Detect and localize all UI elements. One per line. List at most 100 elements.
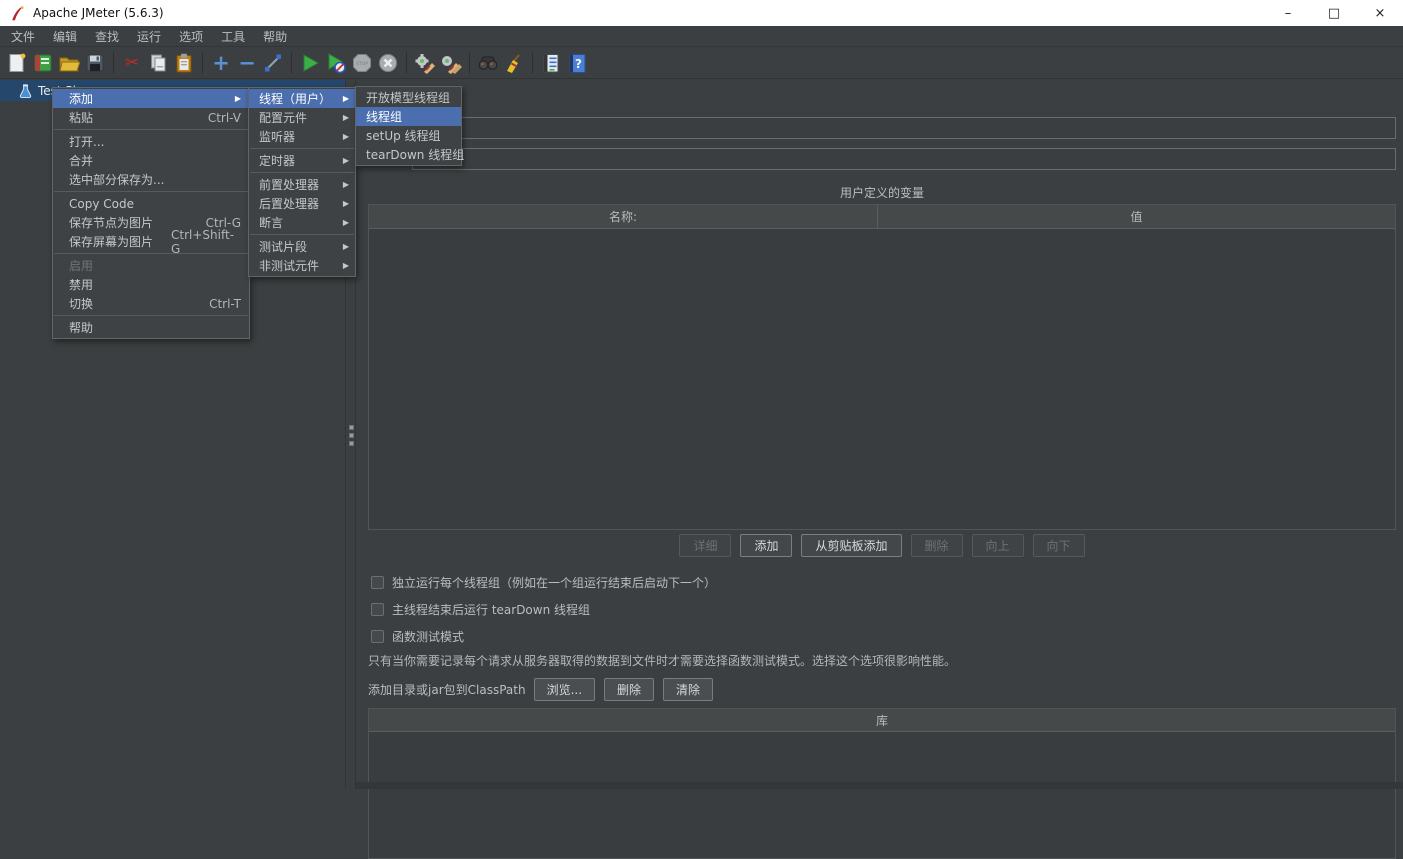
maximize-button[interactable]: □ xyxy=(1311,0,1357,26)
copy-icon[interactable] xyxy=(145,50,171,76)
submenu-arrow-icon: ▶ xyxy=(335,113,349,122)
menu-item-preprocessor[interactable]: 前置处理器 ▶ xyxy=(249,175,355,194)
open-icon[interactable] xyxy=(56,50,82,76)
cut-icon[interactable]: ✂ xyxy=(119,50,145,76)
menu-item-enable[interactable]: 启用 xyxy=(53,256,249,275)
library-col-header[interactable]: 库 xyxy=(369,709,1395,732)
menu-help[interactable]: 帮助 xyxy=(254,26,296,47)
start-icon[interactable] xyxy=(297,50,323,76)
reset-search-icon[interactable] xyxy=(501,50,527,76)
window-title: Apache JMeter (5.6.3) xyxy=(33,6,164,20)
run-groups-consecutively-checkbox[interactable] xyxy=(371,576,384,589)
start-no-timers-icon[interactable] xyxy=(323,50,349,76)
menu-item-paste[interactable]: 粘贴 Ctrl-V xyxy=(53,108,249,127)
help-icon[interactable]: ? xyxy=(564,50,590,76)
comments-input[interactable] xyxy=(412,148,1396,170)
down-button[interactable]: 向下 xyxy=(1033,534,1085,557)
menu-item-help[interactable]: 帮助 xyxy=(53,318,249,337)
menu-item-disable[interactable]: 禁用 xyxy=(53,275,249,294)
clear-icon[interactable] xyxy=(412,50,438,76)
jmeter-window: { "window": { "title": "Apache JMeter (5… xyxy=(0,0,1403,789)
menu-item-timer[interactable]: 定时器 ▶ xyxy=(249,151,355,170)
menu-item-copy-code[interactable]: Copy Code xyxy=(53,194,249,213)
templates-icon[interactable] xyxy=(30,50,56,76)
stop-icon[interactable]: STOP xyxy=(349,50,375,76)
toggle-icon[interactable] xyxy=(260,50,286,76)
menu-item-assertion[interactable]: 断言 ▶ xyxy=(249,213,355,232)
menu-item-setup-thread-group[interactable]: setUp 线程组 xyxy=(356,126,461,145)
udv-title: 用户定义的变量 xyxy=(368,184,1396,201)
menu-item-postprocessor[interactable]: 后置处理器 ▶ xyxy=(249,194,355,213)
menu-item-teardown-thread-group[interactable]: tearDown 线程组 xyxy=(356,145,461,164)
collapse-all-icon[interactable]: − xyxy=(234,50,260,76)
menu-item-test-fragment[interactable]: 测试片段 ▶ xyxy=(249,237,355,256)
search-icon[interactable] xyxy=(475,50,501,76)
submenu-arrow-icon: ▶ xyxy=(335,156,349,165)
menubar: 文件 编辑 查找 运行 选项 工具 帮助 xyxy=(0,26,1403,47)
menu-item-non-test-elements[interactable]: 非测试元件 ▶ xyxy=(249,256,355,275)
menu-item-merge[interactable]: 合并 xyxy=(53,151,249,170)
menu-file[interactable]: 文件 xyxy=(2,26,44,47)
menu-tools[interactable]: 工具 xyxy=(212,26,254,47)
window-bottom-edge xyxy=(356,782,1403,789)
functional-mode-checkbox[interactable] xyxy=(371,630,384,643)
toolbar: ✂ + − STOP ? xyxy=(0,47,1403,79)
menu-separator xyxy=(54,191,248,192)
shortcut-label: Ctrl-T xyxy=(191,297,241,311)
clear-all-icon[interactable] xyxy=(438,50,464,76)
titlebar: Apache JMeter (5.6.3) – □ × xyxy=(0,0,1403,26)
threads-submenu: 开放模型线程组 线程组 setUp 线程组 tearDown 线程组 xyxy=(355,86,462,166)
run-teardown-checkbox[interactable] xyxy=(371,603,384,616)
name-input[interactable] xyxy=(412,117,1396,139)
svg-text:?: ? xyxy=(575,57,582,71)
submenu-arrow-icon: ▶ xyxy=(227,94,241,103)
udv-table-header: 名称: 值 xyxy=(369,205,1395,229)
test-plan-panel: 名称: 注释: 用户定义的变量 名称: 值 详细 添加 从剪贴板添加 删除 向上… xyxy=(356,79,1403,789)
menu-separator xyxy=(54,129,248,130)
up-button[interactable]: 向上 xyxy=(972,534,1024,557)
shutdown-icon[interactable] xyxy=(375,50,401,76)
menu-edit[interactable]: 编辑 xyxy=(44,26,86,47)
menu-separator xyxy=(250,148,354,149)
function-helper-icon[interactable] xyxy=(538,50,564,76)
menu-item-toggle[interactable]: 切换 Ctrl-T xyxy=(53,294,249,313)
run-teardown-label: 主线程结束后运行 tearDown 线程组 xyxy=(392,601,590,618)
menu-search[interactable]: 查找 xyxy=(86,26,128,47)
menu-item-save-screen-as-image[interactable]: 保存屏幕为图片 Ctrl+Shift-G xyxy=(53,232,249,251)
menu-item-threads-users[interactable]: 线程（用户） ▶ xyxy=(249,89,355,108)
save-icon[interactable] xyxy=(82,50,108,76)
close-button[interactable]: × xyxy=(1357,0,1403,26)
menu-item-open[interactable]: 打开... xyxy=(53,132,249,151)
menu-item-config-element[interactable]: 配置元件 ▶ xyxy=(249,108,355,127)
menu-run[interactable]: 运行 xyxy=(128,26,170,47)
minimize-button[interactable]: – xyxy=(1265,0,1311,26)
add-button[interactable]: 添加 xyxy=(740,534,792,557)
classpath-row: 添加目录或jar包到ClassPath 浏览... 删除 清除 xyxy=(368,677,722,701)
classpath-delete-button[interactable]: 删除 xyxy=(604,678,654,701)
menu-separator xyxy=(250,234,354,235)
classpath-clear-button[interactable]: 清除 xyxy=(663,678,713,701)
expand-all-icon[interactable]: + xyxy=(208,50,234,76)
udv-col-value[interactable]: 值 xyxy=(878,205,1395,228)
paste-icon[interactable] xyxy=(171,50,197,76)
run-groups-consecutively-row: 独立运行每个线程组（例如在一个组运行结束后启动下一个） xyxy=(371,574,716,590)
classpath-label: 添加目录或jar包到ClassPath xyxy=(368,681,526,698)
new-file-icon[interactable] xyxy=(4,50,30,76)
menu-item-add[interactable]: 添加 ▶ xyxy=(53,89,249,108)
toolbar-separator xyxy=(406,52,407,74)
detail-button[interactable]: 详细 xyxy=(679,534,731,557)
menu-options[interactable]: 选项 xyxy=(170,26,212,47)
udv-col-name[interactable]: 名称: xyxy=(369,205,878,228)
menu-item-listener[interactable]: 监听器 ▶ xyxy=(249,127,355,146)
submenu-arrow-icon: ▶ xyxy=(335,199,349,208)
menu-item-thread-group[interactable]: 线程组 xyxy=(356,107,461,126)
delete-button[interactable]: 删除 xyxy=(911,534,963,557)
menu-item-open-model-thread-group[interactable]: 开放模型线程组 xyxy=(356,88,461,107)
menu-item-save-selection-as[interactable]: 选中部分保存为... xyxy=(53,170,249,189)
toolbar-separator xyxy=(291,52,292,74)
browse-button[interactable]: 浏览... xyxy=(534,678,595,701)
splitter-grip[interactable] xyxy=(349,425,354,446)
add-from-clipboard-button[interactable]: 从剪贴板添加 xyxy=(801,534,901,557)
udv-table[interactable]: 名称: 值 xyxy=(368,204,1396,530)
toolbar-separator xyxy=(113,52,114,74)
